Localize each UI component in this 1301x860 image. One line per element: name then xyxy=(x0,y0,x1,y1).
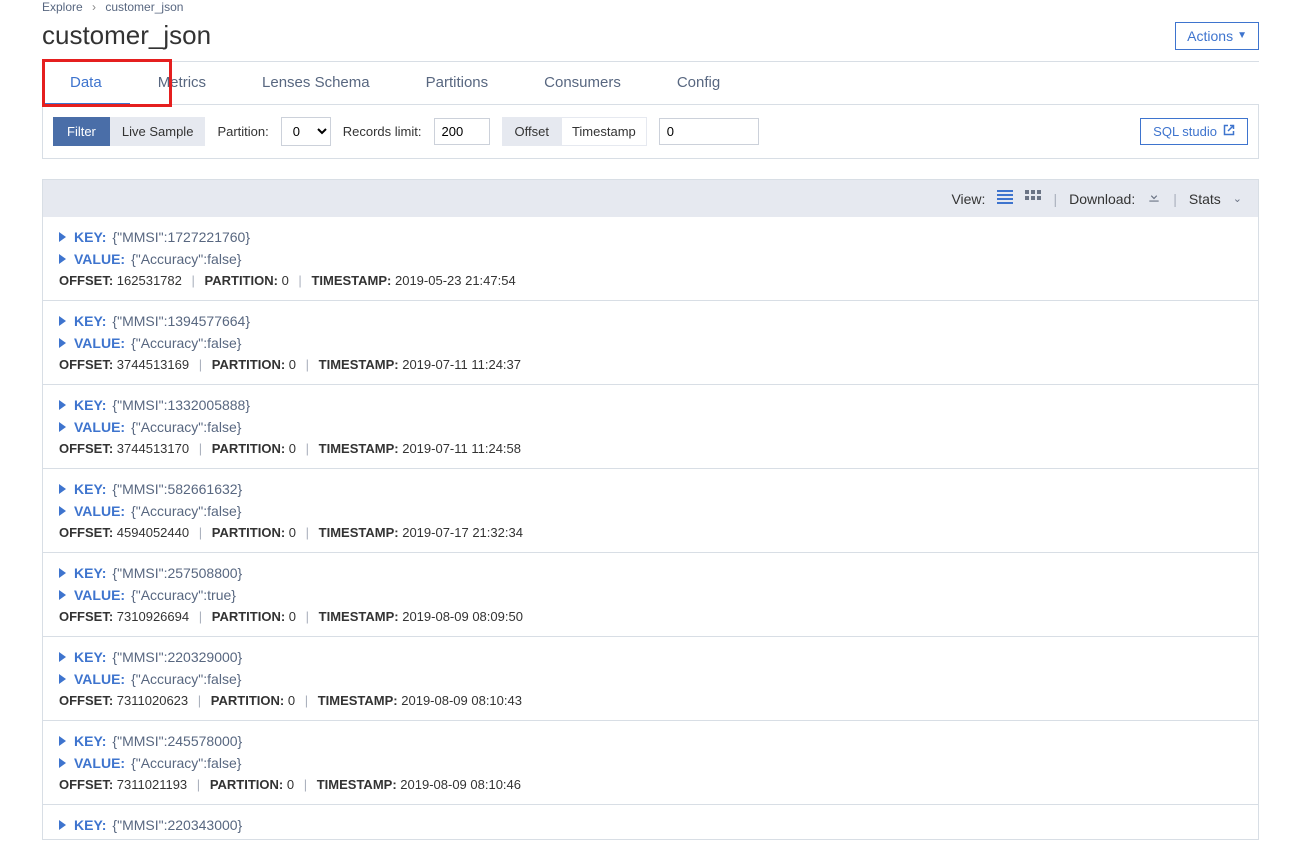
record-meta: OFFSET: 4594052440 | PARTITION: 0 | TIME… xyxy=(59,525,1242,540)
key-value: {"MMSI":582661632} xyxy=(112,481,242,497)
key-value: {"MMSI":220329000} xyxy=(112,649,242,665)
panel-header: View: | Download: | Stats ⌄ xyxy=(43,180,1258,217)
breadcrumb-separator: › xyxy=(92,0,96,14)
breadcrumb-current: customer_json xyxy=(105,0,183,14)
record-row: KEY: {"MMSI":1332005888} VALUE: {"Accura… xyxy=(43,384,1258,468)
tabs: Data Metrics Lenses Schema Partitions Co… xyxy=(42,61,1259,105)
expand-icon[interactable] xyxy=(59,400,66,410)
data-panel: View: | Download: | Stats ⌄ KEY: {"MMSI"… xyxy=(42,179,1259,840)
stats-button[interactable]: Stats xyxy=(1189,191,1221,207)
tab-schema[interactable]: Lenses Schema xyxy=(234,62,398,104)
key-label: KEY: xyxy=(74,733,106,749)
toolbar: Filter Live Sample Partition: 0 Records … xyxy=(42,105,1259,159)
value-label: VALUE: xyxy=(74,587,125,603)
expand-icon[interactable] xyxy=(59,590,66,600)
record-row: KEY: {"MMSI":220343000} xyxy=(43,804,1258,833)
grid-view-icon[interactable] xyxy=(1025,190,1041,207)
key-label: KEY: xyxy=(74,229,106,245)
list-view-icon[interactable] xyxy=(997,190,1013,207)
value-label: VALUE: xyxy=(74,335,125,351)
expand-icon[interactable] xyxy=(59,568,66,578)
external-link-icon xyxy=(1223,124,1235,139)
download-icon[interactable] xyxy=(1147,190,1161,207)
expand-icon[interactable] xyxy=(59,232,66,242)
record-row: KEY: {"MMSI":582661632} VALUE: {"Accurac… xyxy=(43,468,1258,552)
expand-icon[interactable] xyxy=(59,422,66,432)
expand-icon[interactable] xyxy=(59,506,66,516)
expand-icon[interactable] xyxy=(59,338,66,348)
record-row: KEY: {"MMSI":257508800} VALUE: {"Accurac… xyxy=(43,552,1258,636)
expand-icon[interactable] xyxy=(59,316,66,326)
expand-icon[interactable] xyxy=(59,254,66,264)
value-label: VALUE: xyxy=(74,419,125,435)
records-limit-input[interactable] xyxy=(434,118,490,145)
partition-select[interactable]: 0 xyxy=(281,117,331,146)
timestamp-button[interactable]: Timestamp xyxy=(562,117,647,146)
key-label: KEY: xyxy=(74,817,106,833)
live-sample-button[interactable]: Live Sample xyxy=(110,117,206,146)
record-row: KEY: {"MMSI":1394577664} VALUE: {"Accura… xyxy=(43,300,1258,384)
value-value: {"Accuracy":false} xyxy=(131,251,241,267)
expand-icon[interactable] xyxy=(59,484,66,494)
breadcrumb: Explore › customer_json xyxy=(42,0,1259,14)
view-label: View: xyxy=(951,191,985,207)
tab-consumers[interactable]: Consumers xyxy=(516,62,649,104)
actions-button[interactable]: Actions▼ xyxy=(1175,22,1259,50)
value-value: {"Accuracy":false} xyxy=(131,755,241,771)
expand-icon[interactable] xyxy=(59,736,66,746)
expand-icon[interactable] xyxy=(59,758,66,768)
offset-button[interactable]: Offset xyxy=(502,117,562,146)
expand-icon[interactable] xyxy=(59,674,66,684)
value-value: {"Accuracy":false} xyxy=(131,671,241,687)
key-label: KEY: xyxy=(74,649,106,665)
key-value: {"MMSI":1727221760} xyxy=(112,229,250,245)
record-meta: OFFSET: 7310926694 | PARTITION: 0 | TIME… xyxy=(59,609,1242,624)
key-label: KEY: xyxy=(74,565,106,581)
key-value: {"MMSI":1394577664} xyxy=(112,313,250,329)
record-meta: OFFSET: 162531782 | PARTITION: 0 | TIMES… xyxy=(59,273,1242,288)
value-value: {"Accuracy":false} xyxy=(131,503,241,519)
record-meta: OFFSET: 3744513170 | PARTITION: 0 | TIME… xyxy=(59,441,1242,456)
value-label: VALUE: xyxy=(74,755,125,771)
key-value: {"MMSI":1332005888} xyxy=(112,397,250,413)
page-title: customer_json xyxy=(42,20,211,51)
value-label: VALUE: xyxy=(74,251,125,267)
partition-label: Partition: xyxy=(217,124,268,139)
record-meta: OFFSET: 7311021193 | PARTITION: 0 | TIME… xyxy=(59,777,1242,792)
value-label: VALUE: xyxy=(74,503,125,519)
value-value: {"Accuracy":false} xyxy=(131,419,241,435)
tab-config[interactable]: Config xyxy=(649,62,748,104)
tab-metrics[interactable]: Metrics xyxy=(130,62,234,104)
key-label: KEY: xyxy=(74,481,106,497)
record-meta: OFFSET: 3744513169 | PARTITION: 0 | TIME… xyxy=(59,357,1242,372)
record-row: KEY: {"MMSI":245578000} VALUE: {"Accurac… xyxy=(43,720,1258,804)
timestamp-input[interactable] xyxy=(659,118,759,145)
tab-partitions[interactable]: Partitions xyxy=(398,62,517,104)
key-value: {"MMSI":245578000} xyxy=(112,733,242,749)
key-value: {"MMSI":257508800} xyxy=(112,565,242,581)
chevron-down-icon[interactable]: ⌄ xyxy=(1233,192,1242,205)
sql-studio-button[interactable]: SQL studio xyxy=(1140,118,1248,145)
records-list: KEY: {"MMSI":1727221760} VALUE: {"Accura… xyxy=(43,217,1258,804)
key-label: KEY: xyxy=(74,397,106,413)
record-meta: OFFSET: 7311020623 | PARTITION: 0 | TIME… xyxy=(59,693,1242,708)
record-row: KEY: {"MMSI":220329000} VALUE: {"Accurac… xyxy=(43,636,1258,720)
breadcrumb-parent[interactable]: Explore xyxy=(42,0,83,14)
value-value: {"Accuracy":true} xyxy=(131,587,236,603)
download-label: Download: xyxy=(1069,191,1135,207)
caret-down-icon: ▼ xyxy=(1237,30,1247,41)
expand-icon[interactable] xyxy=(59,652,66,662)
value-value: {"Accuracy":false} xyxy=(131,335,241,351)
value-label: VALUE: xyxy=(74,671,125,687)
tab-data[interactable]: Data xyxy=(42,62,130,105)
records-limit-label: Records limit: xyxy=(343,124,422,139)
filter-button[interactable]: Filter xyxy=(53,117,110,146)
record-row: KEY: {"MMSI":1727221760} VALUE: {"Accura… xyxy=(43,217,1258,300)
expand-icon[interactable] xyxy=(59,820,66,830)
key-value: {"MMSI":220343000} xyxy=(112,817,242,833)
key-label: KEY: xyxy=(74,313,106,329)
